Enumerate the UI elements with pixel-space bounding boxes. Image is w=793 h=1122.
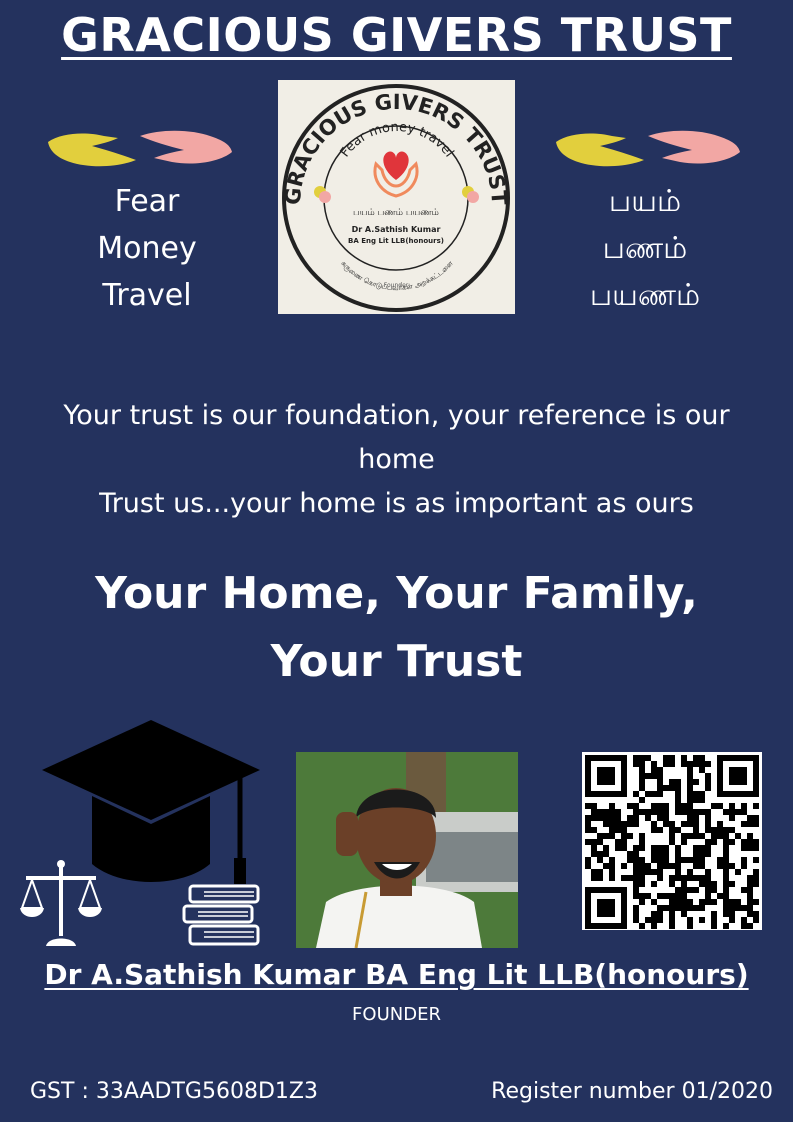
right-line: பணம் — [602, 231, 688, 266]
right-text-block: பயம் பணம் பயணம் — [560, 178, 730, 319]
founder-role: FOUNDER — [352, 1004, 441, 1025]
headline-line: Your Trust — [270, 636, 523, 687]
tagline-line: home — [358, 444, 435, 475]
logo-founder-name: Dr A.Sathish Kumar — [352, 225, 441, 234]
founder-photo — [296, 752, 518, 948]
gst-number: GST : 33AADTG5608D1Z3 — [30, 1079, 318, 1104]
register-number: Register number 01/2020 — [491, 1079, 773, 1104]
headline: Your Home, Your Family, Your Trust — [20, 560, 773, 696]
right-line: பயணம் — [589, 278, 701, 313]
qr-code[interactable] — [582, 752, 762, 930]
heart-icon — [383, 151, 409, 180]
logo-seal: GRACIOUS GIVERS TRUST Fear money travel … — [281, 84, 511, 312]
right-line: பயம் — [608, 184, 682, 219]
logo-founder-role: Founder — [384, 282, 409, 289]
scales-of-justice-icon — [20, 860, 102, 946]
founder-name: Dr A.Sathish Kumar BA Eng Lit LLB(honour… — [44, 958, 749, 991]
trust-logo: GRACIOUS GIVERS TRUST Fear money travel … — [278, 80, 515, 314]
svg-text:Fear money travel: Fear money travel — [338, 120, 457, 160]
left-line: Travel — [102, 278, 192, 313]
qr-code-image — [585, 755, 759, 929]
headline-line: Your Home, Your Family, — [95, 568, 698, 619]
logo-motto-tamil: பயம் பணம் பயணம் — [353, 208, 439, 218]
books-icon — [182, 884, 260, 946]
tagline-line: Trust us...your home is as important as … — [99, 488, 694, 519]
logo-founder-degree: BA Eng Lit LLB(honours) — [348, 237, 444, 245]
tagline: Your trust is our foundation, your refer… — [20, 394, 773, 526]
giving-hands-icon — [556, 130, 740, 167]
page-title: GRACIOUS GIVERS TRUST — [61, 8, 732, 62]
left-line: Fear — [114, 184, 180, 219]
left-line: Money — [97, 231, 197, 266]
left-text-block: Fear Money Travel — [72, 178, 222, 319]
tagline-line: Your trust is our foundation, your refer… — [63, 400, 730, 431]
logo-motto: Fear money travel — [338, 120, 457, 160]
giving-hands-icon — [48, 130, 232, 167]
